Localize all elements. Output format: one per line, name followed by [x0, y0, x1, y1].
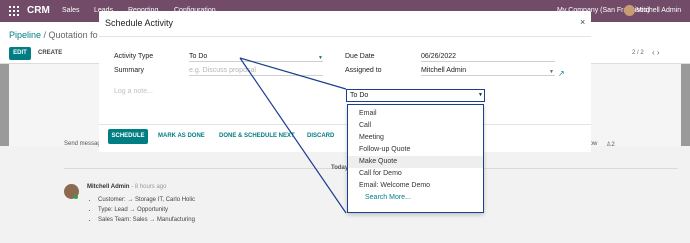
dropdown-value: To Do	[350, 92, 369, 99]
activity-type-dropdown-menu: Email Call Meeting Follow-up Quote Make …	[347, 104, 484, 213]
breadcrumb-current: Quotation fo	[48, 30, 98, 40]
schedule-button[interactable]: SCHEDULE	[108, 129, 148, 144]
close-icon[interactable]: ×	[580, 17, 585, 27]
followers-count[interactable]: ♙2	[606, 141, 615, 148]
dropdown-option[interactable]: Email	[348, 108, 483, 120]
tracking-change: Sales Team: Sales → Manufacturing	[98, 215, 195, 225]
search-more-link[interactable]: Search More...	[348, 192, 483, 204]
online-status-icon	[74, 195, 78, 199]
breadcrumb: Pipeline / Quotation fo	[9, 30, 98, 40]
summary-input[interactable]: e.g. Discuss proposal	[189, 67, 323, 76]
note-input[interactable]: Log a note...	[114, 88, 153, 95]
user-avatar[interactable]	[624, 5, 635, 16]
tracking-changes: Customer: → Storage IT, Carlo Holic Type…	[98, 195, 195, 225]
summary-label: Summary	[114, 67, 144, 74]
dropdown-option[interactable]: Meeting	[348, 132, 483, 144]
assigned-to-field[interactable]: Mitchell Admin	[421, 67, 555, 76]
chevron-down-icon[interactable]: ▼	[318, 55, 323, 61]
dropdown-option[interactable]: Email: Welcome Demo	[348, 180, 483, 192]
message-author: Mitchell Admin - 8 hours ago	[87, 184, 166, 190]
followers-number: 2	[611, 142, 615, 148]
schedule-activity-dialog: Schedule Activity × Activity Type To Do …	[99, 11, 591, 152]
assigned-to-label: Assigned to	[345, 67, 382, 74]
activity-type-dropdown-input[interactable]: To Do ▼	[346, 89, 485, 102]
create-button[interactable]: CREATE	[38, 50, 62, 56]
pager-value: 2 / 2	[632, 50, 644, 56]
edit-button[interactable]: EDIT	[9, 47, 31, 60]
pager-arrows[interactable]: ‹ ›	[652, 48, 660, 57]
activity-type-field[interactable]: To Do	[189, 53, 323, 62]
external-link-icon[interactable]: ↗	[558, 69, 565, 78]
dropdown-option[interactable]: Call for Demo	[348, 168, 483, 180]
dialog-title: Schedule Activity	[105, 18, 174, 28]
app-brand[interactable]: CRM	[27, 5, 50, 16]
mark-as-done-button[interactable]: MARK AS DONE	[158, 129, 205, 144]
chevron-down-icon[interactable]: ▼	[549, 69, 554, 75]
message-time: - 8 hours ago	[129, 184, 167, 190]
chevron-down-icon[interactable]: ▼	[478, 90, 483, 101]
date-separator: Today	[331, 165, 349, 171]
tracking-change: Customer: → Storage IT, Carlo Holic	[98, 195, 195, 205]
menu-sales[interactable]: Sales	[62, 7, 80, 14]
apps-grid-icon[interactable]	[9, 6, 19, 16]
user-menu[interactable]: Mitchell Admin	[636, 7, 681, 14]
dialog-footer-divider	[99, 124, 591, 125]
dropdown-option[interactable]: Follow-up Quote	[348, 144, 483, 156]
tracking-change: Type: Lead → Opportunity	[98, 205, 195, 215]
dropdown-option[interactable]: Call	[348, 120, 483, 132]
discard-button[interactable]: DISCARD	[307, 129, 334, 144]
due-date-input[interactable]: 06/26/2022	[421, 53, 555, 62]
done-schedule-next-button[interactable]: DONE & SCHEDULE NEXT	[219, 129, 295, 144]
dialog-header-divider	[99, 36, 591, 37]
activity-type-label: Activity Type	[114, 53, 154, 60]
message-author-name[interactable]: Mitchell Admin	[87, 184, 129, 190]
breadcrumb-separator: /	[41, 30, 49, 40]
due-date-label: Due Date	[345, 53, 375, 60]
breadcrumb-pipeline[interactable]: Pipeline	[9, 30, 41, 40]
dropdown-option-highlighted[interactable]: Make Quote	[348, 156, 483, 168]
